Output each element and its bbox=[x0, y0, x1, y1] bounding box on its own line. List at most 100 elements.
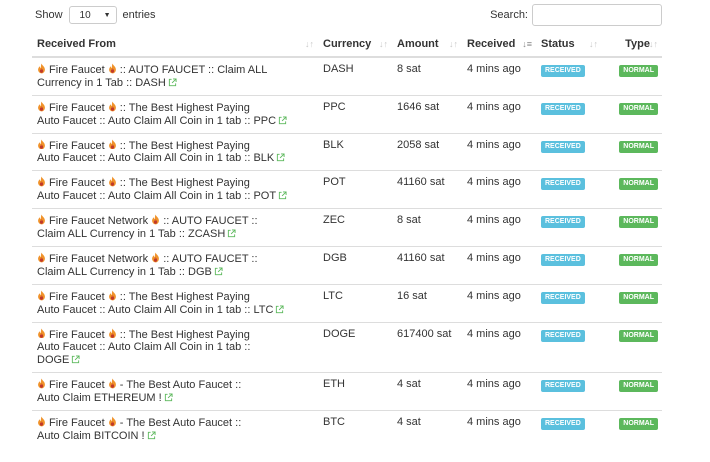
table-row: Fire Faucet :: AUTO FAUCET :: Claim ALL C… bbox=[32, 57, 662, 95]
table-header-row: Received From ↓↑ Currency ↓↑ Amount ↓↑ Rece… bbox=[32, 31, 662, 58]
status-badge: RECEIVED bbox=[541, 178, 585, 191]
table-row: Fire Faucet :: The Best Highest Paying Au… bbox=[32, 170, 662, 209]
column-header-status[interactable]: Status ↓↑ bbox=[536, 31, 602, 58]
column-header-amount[interactable]: Amount ↓↑ bbox=[392, 31, 462, 58]
faucet-name-link[interactable]: Fire Faucet bbox=[46, 417, 108, 429]
external-link-icon[interactable] bbox=[147, 431, 156, 440]
external-link-icon[interactable] bbox=[71, 355, 80, 364]
status-badge: RECEIVED bbox=[541, 418, 585, 431]
flame-icon bbox=[108, 63, 117, 74]
flame-icon bbox=[37, 63, 46, 74]
flame-icon bbox=[37, 139, 46, 150]
cell-received-from: Fire Faucet - The Best Auto Faucet :: Aut… bbox=[32, 410, 318, 448]
external-link-icon[interactable] bbox=[278, 191, 287, 200]
table-body: Fire Faucet :: AUTO FAUCET :: Claim ALL C… bbox=[32, 57, 662, 448]
sort-icon: ↓↑ bbox=[305, 39, 314, 49]
cell-received-value: 4 mins ago bbox=[467, 176, 521, 189]
flame-icon bbox=[108, 290, 117, 301]
cell-amount-value: 617400 sat bbox=[397, 327, 452, 340]
cell-status: RECEIVED bbox=[536, 132, 602, 171]
cell-currency: DOGE bbox=[318, 321, 392, 373]
column-header-type[interactable]: Type ↓↑ bbox=[602, 31, 662, 58]
faucet-title: DOGE bbox=[37, 354, 70, 367]
cell-received-from: Fire Faucet Network :: AUTO FAUCET :: Cla… bbox=[32, 208, 318, 247]
faucet-name-link[interactable]: Fire Faucet bbox=[46, 64, 108, 76]
cell-received-value: 4 mins ago bbox=[467, 251, 521, 264]
faucet-title: Currency in 1 Tab :: DASH bbox=[37, 76, 166, 89]
cell-status: RECEIVED bbox=[536, 57, 602, 95]
flame-icon bbox=[108, 139, 117, 150]
cell-type: NORMAL bbox=[602, 94, 662, 134]
cell-currency-value: LTC bbox=[323, 289, 343, 302]
faucet-title: Claim ALL Currency in 1 Tab :: ZCASH bbox=[37, 227, 226, 240]
faucet-name-link[interactable]: Fire Faucet bbox=[46, 102, 108, 114]
cell-received-value: 4 mins ago bbox=[467, 214, 521, 227]
cell-received: 4 mins ago bbox=[462, 208, 536, 247]
cell-type: NORMAL bbox=[602, 410, 662, 448]
search-input[interactable] bbox=[532, 4, 662, 26]
faucet-title: Auto Faucet :: Auto Claim All Coin in 1 … bbox=[37, 303, 274, 316]
faucet-name-link[interactable]: Fire Faucet bbox=[46, 379, 108, 391]
sort-icon: ↓↑ bbox=[649, 39, 658, 49]
external-link-icon[interactable] bbox=[164, 393, 173, 402]
cell-status: RECEIVED bbox=[536, 94, 602, 134]
faucet-title: :: The Best Highest Paying bbox=[116, 101, 250, 114]
sort-icon: ↓↑ bbox=[449, 39, 458, 49]
chevron-down-icon: ▼ bbox=[103, 11, 111, 19]
external-link-icon[interactable] bbox=[276, 153, 285, 162]
show-label: Show bbox=[35, 9, 63, 21]
faucet-title: :: The Best Highest Paying bbox=[116, 139, 250, 152]
table-row: Fire Faucet - The Best Auto Faucet :: Aut… bbox=[32, 372, 662, 411]
faucet-name-link[interactable]: Fire Faucet Network bbox=[46, 215, 151, 227]
cell-received-from: Fire Faucet :: The Best Highest Paying Au… bbox=[32, 321, 318, 373]
cell-status: RECEIVED bbox=[536, 410, 602, 448]
external-link-icon[interactable] bbox=[214, 267, 223, 276]
flame-icon bbox=[37, 378, 46, 389]
table-controls: Show 10 ▼ entries Search: bbox=[0, 0, 710, 30]
cell-currency-value: PPC bbox=[323, 100, 346, 113]
faucet-name-link[interactable]: Fire Faucet bbox=[46, 291, 108, 303]
entries-select[interactable]: 10 ▼ bbox=[68, 6, 117, 24]
cell-received: 4 mins ago bbox=[462, 372, 536, 411]
faucet-name-link[interactable]: Fire Faucet bbox=[46, 139, 108, 151]
faucet-name-link[interactable]: Fire Faucet bbox=[46, 177, 108, 189]
cell-received-from: Fire Faucet :: The Best Highest Paying Au… bbox=[32, 283, 318, 323]
cell-type: NORMAL bbox=[602, 170, 662, 209]
cell-amount-value: 16 sat bbox=[397, 289, 427, 302]
column-header-received[interactable]: Received ↓≡ bbox=[462, 31, 536, 58]
cell-type: NORMAL bbox=[602, 245, 662, 285]
faucet-name-link[interactable]: Fire Faucet Network bbox=[46, 253, 151, 265]
cell-currency: DASH bbox=[318, 57, 392, 95]
table-row: Fire Faucet Network :: AUTO FAUCET :: Cla… bbox=[32, 245, 662, 285]
cell-received: 4 mins ago bbox=[462, 57, 536, 95]
external-link-icon[interactable] bbox=[227, 229, 236, 238]
cell-amount: 41160 sat bbox=[392, 245, 462, 285]
external-link-icon[interactable] bbox=[275, 305, 284, 314]
cell-currency: BTC bbox=[318, 410, 392, 448]
table-row: Fire Faucet Network :: AUTO FAUCET :: Cla… bbox=[32, 208, 662, 247]
cell-currency: ZEC bbox=[318, 208, 392, 247]
type-badge: NORMAL bbox=[619, 65, 658, 77]
type-badge: NORMAL bbox=[619, 291, 658, 304]
table-row: Fire Faucet :: The Best Highest Paying Au… bbox=[32, 283, 662, 323]
faucet-name-link[interactable]: Fire Faucet bbox=[46, 328, 108, 340]
status-badge: RECEIVED bbox=[541, 380, 585, 393]
cell-received-from: Fire Faucet - The Best Auto Faucet :: Aut… bbox=[32, 372, 318, 411]
column-header-received-from[interactable]: Received From ↓↑ bbox=[32, 31, 318, 58]
external-link-icon[interactable] bbox=[278, 116, 287, 125]
external-link-icon[interactable] bbox=[168, 78, 177, 87]
column-header-currency[interactable]: Currency ↓↑ bbox=[318, 31, 392, 58]
type-badge: NORMAL bbox=[619, 418, 658, 431]
cell-currency: POT bbox=[318, 170, 392, 209]
cell-received: 4 mins ago bbox=[462, 132, 536, 171]
type-badge: NORMAL bbox=[619, 329, 658, 342]
type-badge: NORMAL bbox=[619, 102, 658, 115]
sort-desc-icon: ↓≡ bbox=[522, 39, 532, 49]
search-control: Search: bbox=[490, 4, 662, 26]
faucet-title: :: AUTO FAUCET :: bbox=[160, 214, 258, 227]
cell-received-from: Fire Faucet :: The Best Highest Paying Au… bbox=[32, 94, 318, 134]
type-badge: NORMAL bbox=[619, 253, 658, 266]
cell-received-from: Fire Faucet :: The Best Highest Paying Au… bbox=[32, 170, 318, 209]
cell-received-value: 4 mins ago bbox=[467, 100, 521, 113]
cell-amount-value: 1646 sat bbox=[397, 100, 440, 113]
